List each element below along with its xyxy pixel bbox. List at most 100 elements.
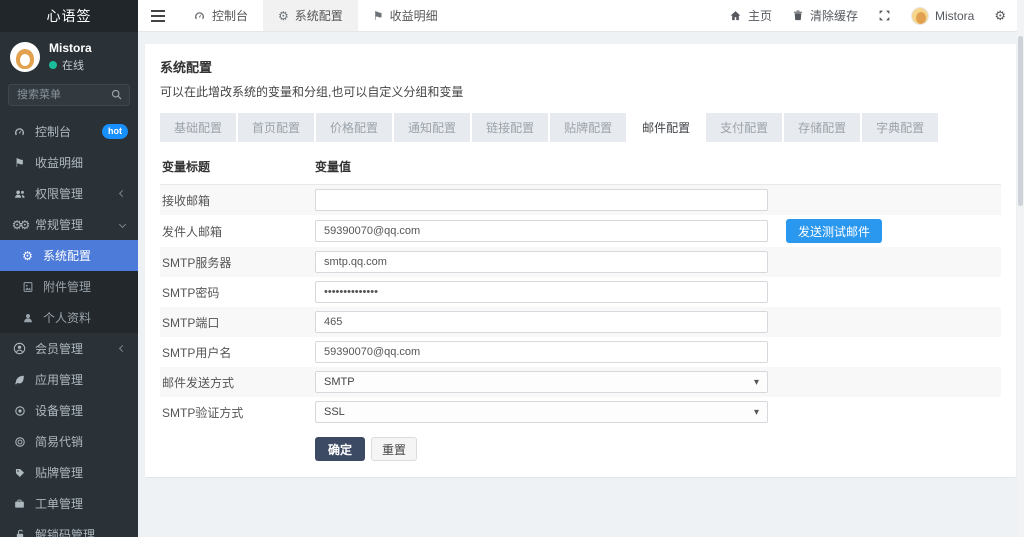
- topbar-tab-label: 控制台: [212, 9, 249, 23]
- sidebar-item-oem-mgmt[interactable]: 贴牌管理: [0, 457, 138, 488]
- field-value-mail-send-method: SMTP ▾: [315, 367, 1001, 397]
- user-panel: Mistora 在线: [0, 32, 138, 79]
- cogs-icon: ⚙⚙: [11, 217, 30, 232]
- form-row-smtp-password: SMTP密码: [160, 277, 1001, 307]
- circle-ring-icon: [12, 436, 27, 448]
- trash-icon: [792, 9, 804, 22]
- sidebar-item-attachment-mgmt[interactable]: 附件管理: [0, 271, 138, 302]
- sidebar-item-workorder-mgmt[interactable]: 工单管理: [0, 488, 138, 519]
- sidebar: 心语签 Mistora 在线 控制台 hot ⚑ 收益明细权限管理 ⚙⚙ 常规管理 ⚙ 系统配…: [0, 0, 138, 537]
- smtp-password-input[interactable]: [315, 281, 768, 303]
- hamburger-icon[interactable]: [138, 0, 178, 31]
- user-status-label: 在线: [62, 60, 84, 72]
- send-test-mail-button[interactable]: 发送测试邮件: [786, 219, 883, 243]
- content-area: 系统配置 可以在此增改系统的变量和分组,也可以自定义分组和变量 基础配置 首页配置…: [138, 32, 1024, 537]
- sidebar-item-device-mgmt[interactable]: 设备管理: [0, 395, 138, 426]
- fullscreen-button[interactable]: [878, 9, 891, 22]
- online-dot-icon: [49, 61, 57, 69]
- user-meta: Mistora 在线: [49, 41, 92, 73]
- topbar-tab-label: 收益明细: [389, 9, 438, 23]
- table-header: 变量标题 变量值: [160, 150, 1001, 185]
- field-label-smtp-server: SMTP服务器: [162, 255, 232, 270]
- file-image-icon: [20, 281, 35, 293]
- sidebar-submenu: ⚙ 系统配置 附件管理个人资料: [0, 240, 138, 333]
- field-value-receive-email: [315, 185, 1001, 215]
- briefcase-icon: [12, 498, 27, 510]
- user-name: Mistora: [49, 41, 92, 55]
- tag-icon: [12, 467, 27, 479]
- topbar-right: 主页 清除缓存 Mistora ⚙: [729, 0, 1024, 31]
- clear-cache-link[interactable]: 清除缓存: [792, 7, 858, 24]
- page-scrollbar[interactable]: [1017, 0, 1024, 537]
- smtp-username-input[interactable]: [315, 341, 768, 363]
- sidebar-item-easy-resale[interactable]: 简易代销: [0, 426, 138, 457]
- chevron-left-icon: [118, 344, 127, 353]
- sidebar-item-profile[interactable]: 个人资料: [0, 302, 138, 333]
- form-row-smtp-server: SMTP服务器: [160, 247, 1001, 277]
- config-tab-dict[interactable]: 字典配置: [862, 113, 939, 142]
- topbar-tab-dashboard[interactable]: 控制台: [178, 0, 263, 31]
- config-tab-pay[interactable]: 支付配置: [706, 113, 783, 142]
- field-label-receive-email: 接收邮箱: [162, 193, 211, 208]
- sidebar-item-dashboard[interactable]: 控制台 hot: [0, 116, 138, 147]
- topbar-tab-profit-detail[interactable]: ⚑ 收益明细: [358, 0, 453, 31]
- user-circle-icon: [12, 342, 27, 355]
- clear-cache-label: 清除缓存: [809, 9, 858, 23]
- topbar-tab-system-config[interactable]: ⚙ 系统配置: [263, 0, 358, 31]
- smtp-verify-method-select[interactable]: SSL ▾: [315, 401, 768, 423]
- chevron-down-icon: ▾: [753, 376, 759, 388]
- sidebar-item-unlock-code-mgmt[interactable]: 解锁码管理: [0, 519, 138, 537]
- field-label-smtp-username: SMTP用户名: [162, 345, 232, 360]
- config-tab-notice[interactable]: 通知配置: [394, 113, 471, 142]
- cogs-icon: ⚙: [994, 7, 1006, 23]
- sidebar-item-auth-mgmt[interactable]: 权限管理: [0, 178, 138, 209]
- hot-badge: hot: [102, 124, 128, 139]
- sidebar-item-label: 控制台: [35, 125, 72, 139]
- page-subtitle: 可以在此增改系统的变量和分组,也可以自定义分组和变量: [160, 85, 464, 99]
- brand-title: 心语签: [0, 0, 138, 32]
- home-link[interactable]: 主页: [729, 7, 772, 24]
- dashboard-icon: [12, 126, 27, 138]
- smtp-server-input[interactable]: [315, 251, 768, 273]
- user-menu[interactable]: Mistora: [911, 6, 974, 25]
- sidebar-item-system-config[interactable]: ⚙ 系统配置: [0, 240, 138, 271]
- config-tab-basic[interactable]: 基础配置: [160, 113, 237, 142]
- search-icon[interactable]: [110, 88, 123, 101]
- settings-button[interactable]: ⚙: [994, 8, 1006, 24]
- chevron-down-icon: [118, 220, 127, 229]
- smtp-port-input[interactable]: [315, 311, 768, 333]
- sidebar-item-label: 收益明细: [35, 156, 84, 170]
- field-label-mail-send-method: 邮件发送方式: [162, 375, 235, 390]
- sidebar-item-general-mgmt[interactable]: ⚙⚙ 常规管理: [0, 209, 138, 240]
- sidebar-item-member-mgmt[interactable]: 会员管理: [0, 333, 138, 364]
- gear-icon: ⚙: [22, 248, 33, 263]
- config-tab-link[interactable]: 链接配置: [472, 113, 549, 142]
- config-tab-storage[interactable]: 存储配置: [784, 113, 861, 142]
- form-row-receive-email: 接收邮箱: [160, 185, 1001, 215]
- field-label-smtp-port: SMTP端口: [162, 315, 220, 330]
- sender-email-input[interactable]: [315, 220, 768, 242]
- config-tab-index[interactable]: 首页配置: [238, 113, 315, 142]
- sidebar-item-label: 解锁码管理: [35, 528, 96, 537]
- config-form: 变量标题 变量值 接收邮箱发件人邮箱 发送测试邮件 SMTP服务器 SMTP密码 SMT…: [160, 150, 1001, 465]
- column-header-title: 变量标题: [162, 160, 211, 174]
- selected-value: SSL: [324, 406, 345, 418]
- mail-send-method-select[interactable]: SMTP ▾: [315, 371, 768, 393]
- home-icon: [729, 10, 742, 22]
- form-row-sender-email: 发件人邮箱 发送测试邮件: [160, 215, 1001, 247]
- scrollbar-thumb[interactable]: [1018, 36, 1023, 206]
- field-value-smtp-verify-method: SSL ▾: [315, 397, 1001, 427]
- field-value-sender-email: 发送测试邮件: [315, 215, 1001, 247]
- submit-button[interactable]: 确定: [315, 437, 366, 461]
- receive-email-input[interactable]: [315, 189, 768, 211]
- sidebar-item-label: 个人资料: [43, 311, 92, 325]
- sidebar-menu: 控制台 hot ⚑ 收益明细 权限管理 ⚙⚙ 常规管理 ⚙ 系统配置 附件管理个人资料会员管理 应用…: [0, 116, 138, 537]
- sidebar-item-app-mgmt[interactable]: 应用管理: [0, 364, 138, 395]
- reset-button[interactable]: 重置: [371, 437, 418, 461]
- config-tab-price[interactable]: 价格配置: [316, 113, 393, 142]
- topbar-tabs: 控制台 ⚙ 系统配置 ⚑ 收益明细: [178, 0, 453, 31]
- sidebar-item-profit-detail[interactable]: ⚑ 收益明细: [0, 147, 138, 178]
- config-tab-oem[interactable]: 贴牌配置: [550, 113, 627, 142]
- config-tab-email[interactable]: 邮件配置: [628, 113, 705, 142]
- home-label: 主页: [747, 9, 772, 23]
